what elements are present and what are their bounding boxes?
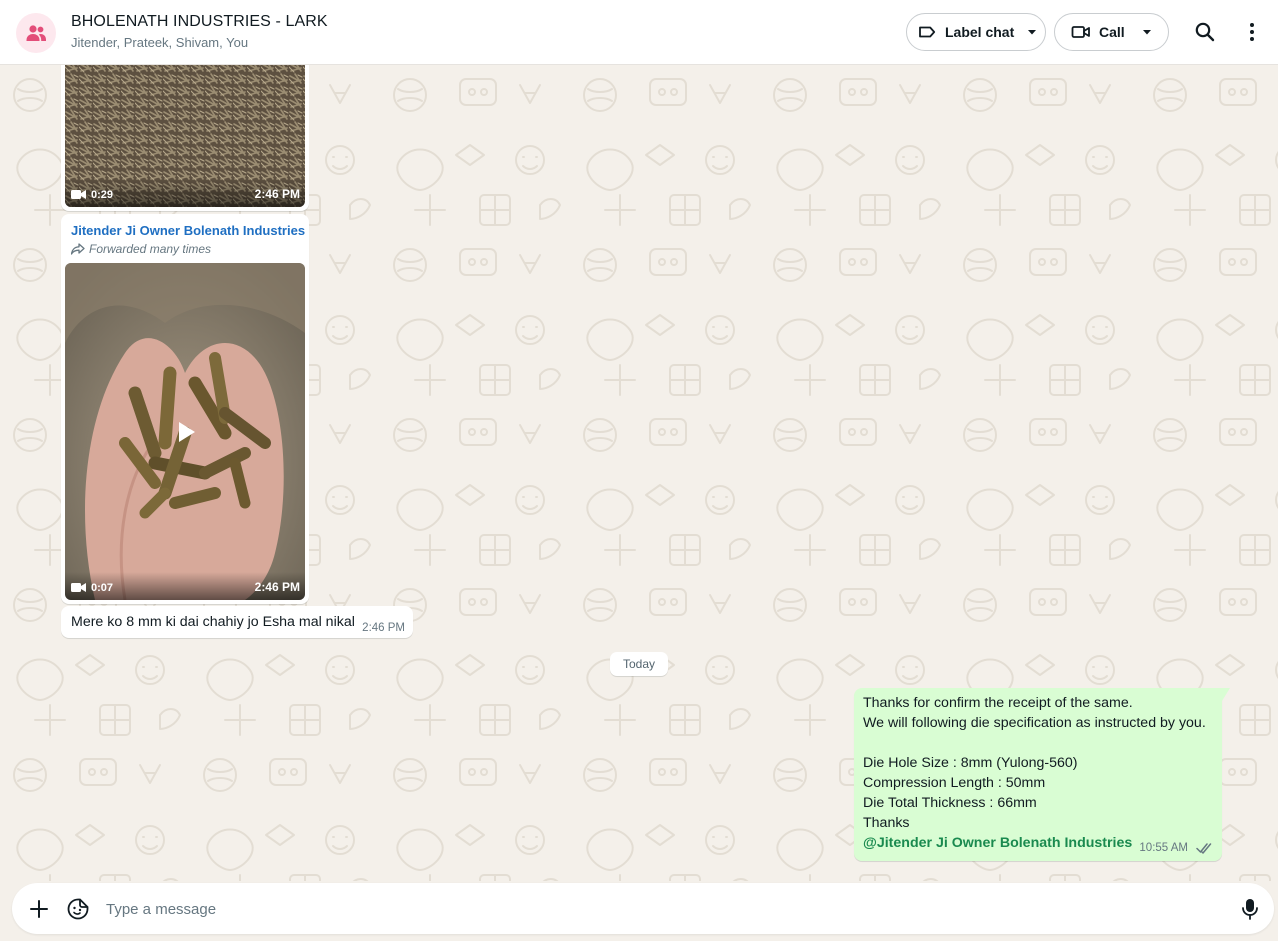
message-time: 2:46 PM: [254, 580, 300, 594]
forwarded-text: Forwarded many times: [89, 242, 212, 256]
message-line: Thanks for confirm the receipt of the sa…: [863, 695, 1133, 711]
video-duration: 0:07: [91, 582, 114, 594]
label-chat-label: Label chat: [945, 24, 1015, 40]
message-line: Thanks: [863, 815, 910, 831]
search-icon[interactable]: [1193, 20, 1217, 44]
video-call-icon: [1071, 22, 1091, 42]
message-time: 2:46 PM: [254, 187, 300, 201]
play-icon[interactable]: [171, 418, 199, 446]
video-thumbnail[interactable]: 0:29 2:46 PM: [65, 65, 305, 207]
message-list[interactable]: 0:29 2:46 PM Jitender Ji Owner Bolenath …: [0, 65, 1278, 881]
chevron-down-icon: [1024, 24, 1040, 40]
forward-icon: [71, 243, 85, 255]
message-input[interactable]: [104, 895, 1208, 923]
label-chat-button[interactable]: Label chat: [906, 13, 1046, 51]
message-text: Thanks for confirm the receipt of the sa…: [863, 693, 1206, 853]
read-ticks-icon: [1196, 843, 1212, 854]
composer-bar: [0, 881, 1278, 941]
message-time: 10:55 AM: [1139, 842, 1188, 854]
message-line: We will following die specification as i…: [863, 715, 1206, 731]
call-button[interactable]: Call: [1054, 13, 1169, 51]
message-line: Compression Length : 50mm: [863, 775, 1046, 791]
call-label: Call: [1099, 24, 1125, 40]
sticker-icon[interactable]: [65, 896, 91, 922]
video-duration: 0:29: [91, 189, 114, 201]
message-line: Die Hole Size : 8mm (Yulong-560): [863, 755, 1078, 771]
chat-title[interactable]: BHOLENATH INDUSTRIES - LARK: [71, 13, 328, 31]
video-meta: 0:29 2:46 PM: [65, 179, 305, 207]
video-camera-icon: [71, 583, 86, 592]
sender-name[interactable]: Jitender Ji Owner Bolenath Industries: [71, 223, 305, 238]
outgoing-message[interactable]: Thanks for confirm the receipt of the sa…: [854, 688, 1230, 861]
chevron-down-icon: [1139, 24, 1155, 40]
microphone-icon[interactable]: [1237, 896, 1263, 922]
label-icon: [917, 22, 937, 42]
bubble-tail: [1222, 688, 1230, 701]
message-line: Die Total Thickness : 66mm: [863, 795, 1037, 811]
more-options-icon[interactable]: [1240, 20, 1264, 44]
chat-header: BHOLENATH INDUSTRIES - LARK Jitender, Pr…: [0, 0, 1278, 65]
video-meta: 0:07 2:46 PM: [65, 572, 305, 600]
video-thumbnail[interactable]: 0:07 2:46 PM: [65, 263, 305, 600]
text-message[interactable]: Mere ko 8 mm ki dai chahiy jo Esha mal n…: [61, 606, 413, 638]
video-message[interactable]: Jitender Ji Owner Bolenath Industries Fo…: [61, 214, 309, 604]
message-line: [863, 733, 1206, 753]
group-avatar[interactable]: [16, 13, 56, 53]
chat-participants[interactable]: Jitender, Prateek, Shivam, You: [71, 35, 248, 50]
video-camera-icon: [71, 190, 86, 199]
composer: [12, 883, 1274, 934]
forwarded-label: Forwarded many times: [71, 242, 211, 256]
date-divider: Today: [610, 652, 668, 676]
group-icon: [26, 25, 46, 41]
attach-plus-icon[interactable]: [26, 896, 52, 922]
message-text: Mere ko 8 mm ki dai chahiy jo Esha mal n…: [71, 614, 355, 630]
message-time: 2:46 PM: [362, 622, 405, 634]
video-message[interactable]: 0:29 2:46 PM: [61, 65, 309, 211]
